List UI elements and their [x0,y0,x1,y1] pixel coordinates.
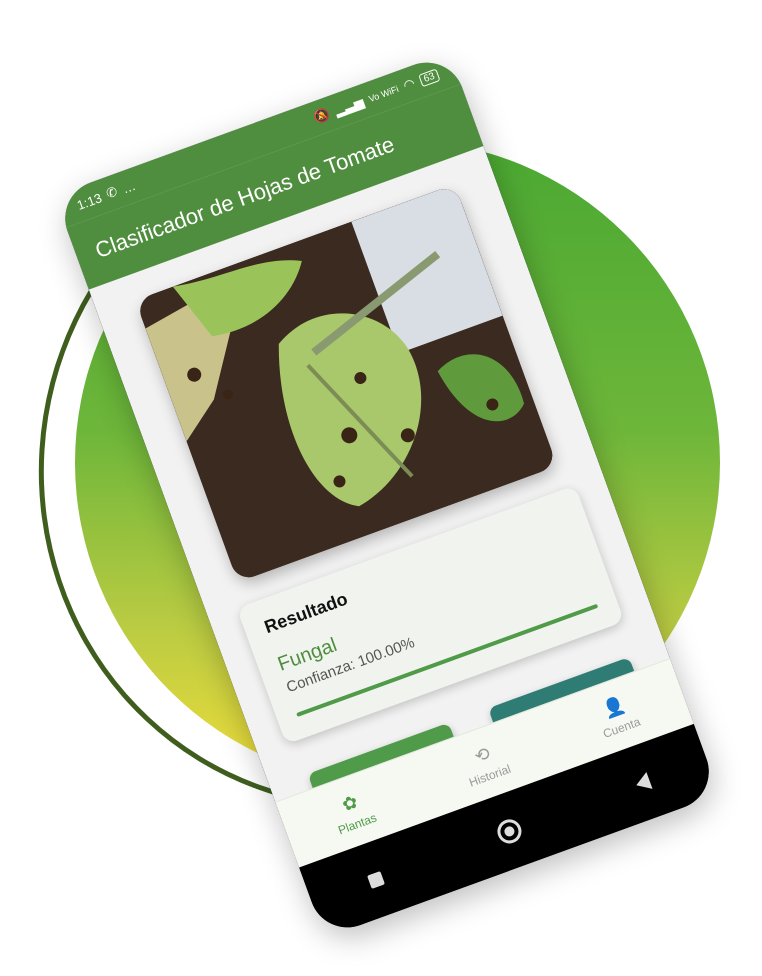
status-extra: … [120,177,138,197]
signal-icon: ▂▃▅ [332,93,366,119]
triangle-back-icon[interactable] [632,771,653,794]
mute-icon: 🔕 [311,106,333,126]
square-icon[interactable] [367,870,386,889]
history-icon: ⟲ [471,742,493,767]
nav-item-historial[interactable]: ⟲ Historial [458,738,513,790]
network-label: Vo WiFi [367,83,400,104]
battery-icon: 63 [417,68,441,87]
nav-item-cuenta[interactable]: 👤 Cuenta [592,691,642,740]
nav-label-plantas: Plantas [336,810,379,837]
nav-item-plantas[interactable]: ✿ Plantas [327,787,378,837]
nav-label-historial: Historial [466,761,513,790]
person-icon: 👤 [600,693,628,720]
app-screen: 1:13 ✆ … 🔕 ▂▃▅ Vo WiFi ◠ 63 Clasificador… [54,51,695,869]
status-time: 1:13 [74,189,104,213]
whatsapp-icon: ✆ [103,183,120,202]
plant-icon: ✿ [339,790,361,815]
wifi-icon: ◠ [401,75,417,94]
circle-icon[interactable] [493,815,525,847]
